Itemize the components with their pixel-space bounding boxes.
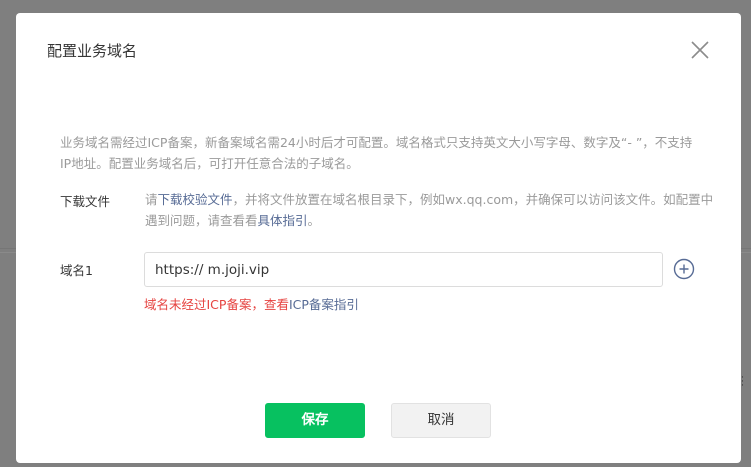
download-verify-file-link[interactable]: 下载校验文件 [158,192,233,207]
close-icon [691,41,709,59]
specific-guide-link[interactable]: 具体指引 [258,213,308,228]
close-button[interactable] [688,38,712,62]
plus-circle-icon [673,258,695,280]
save-button[interactable]: 保存 [265,403,365,438]
domain-1-label: 域名1 [60,263,93,278]
error-text: 域名未经过ICP备案，查看 [144,297,289,312]
download-file-label: 下载文件 [60,194,111,209]
download-prefix: 请 [145,192,158,207]
intro-text: 业务域名需经过ICP备案，新备案域名需24小时后才可配置。域名格式只支持英文大小… [60,135,693,171]
download-suffix: 。 [307,213,321,228]
download-instructions: 请下载校验文件，并将文件放置在域名根目录下，例如wx.qq.com，并确保可以访… [145,189,725,231]
add-domain-button[interactable] [673,258,695,280]
configure-domain-dialog: 配置业务域名 业务域名需经过ICP备案，新备案域名需24小时后才可配置。域名格式… [16,13,741,463]
dialog-title: 配置业务域名 [47,42,138,60]
icp-guide-link[interactable]: ICP备案指引 [289,297,359,312]
domain-error-message: 域名未经过ICP备案，查看ICP备案指引 [144,294,359,313]
backdrop-handle: · · · [741,373,744,391]
cancel-button[interactable]: 取消 [391,403,491,438]
domain-1-input[interactable] [144,252,663,287]
